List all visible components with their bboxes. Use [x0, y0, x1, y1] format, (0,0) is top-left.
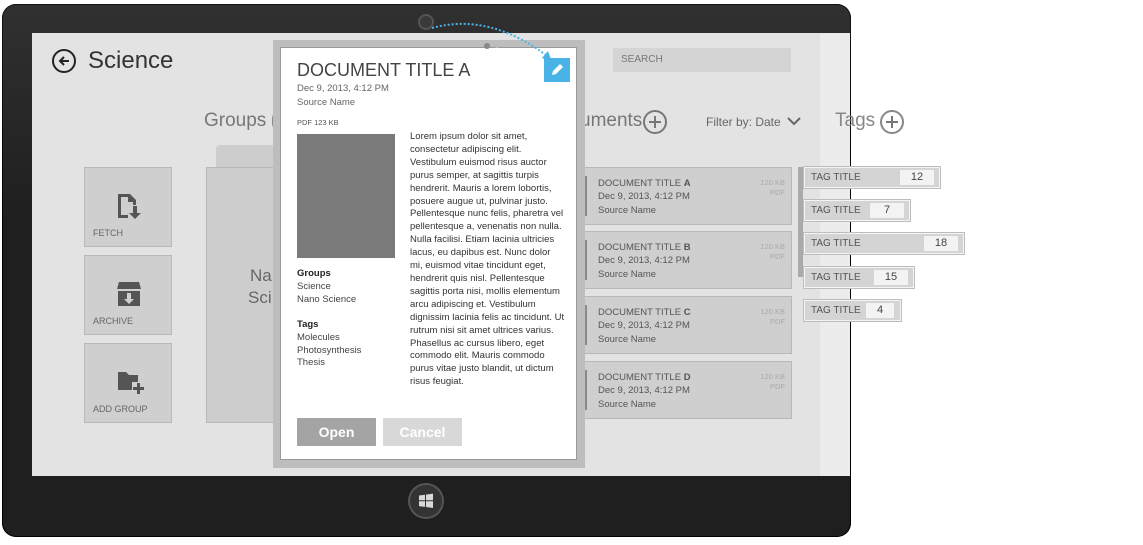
modal-group-item: Science [297, 281, 331, 292]
document-title-letter: D [683, 372, 691, 383]
document-date: Dec 9, 2013, 4:12 PM [598, 191, 690, 202]
document-detail-modal: DOCUMENT TITLE A Dec 9, 2013, 4:12 PM So… [280, 47, 577, 460]
tag-item[interactable]: TAG TITLE 12 [803, 166, 941, 189]
document-title-prefix: DOCUMENT TITLE [598, 178, 684, 189]
modal-tag-item: Molecules [297, 332, 340, 343]
document-title: DOCUMENT TITLE B [598, 242, 691, 253]
document-size: 120 KB [760, 178, 785, 187]
back-arrow-icon [58, 56, 69, 66]
document-card-d[interactable]: DOCUMENT TITLE D Dec 9, 2013, 4:12 PM So… [574, 361, 792, 419]
tag-label: TAG TITLE [811, 172, 861, 183]
tags-title: Tags [835, 110, 876, 131]
group-folder-label-line-2: Sci [248, 288, 272, 307]
tag-label: TAG TITLE [811, 272, 861, 283]
document-size: 120 KB [760, 372, 785, 381]
modal-file-meta: PDF 123 KB [297, 118, 339, 127]
document-title-letter: C [683, 307, 691, 318]
document-size: 120 KB [760, 242, 785, 251]
document-meta: 120 KB PDF [760, 242, 785, 262]
document-title-letter: B [683, 242, 691, 253]
groups-title: Groups [204, 110, 267, 131]
add-document-icon[interactable] [643, 110, 667, 134]
group-folder-label-line-1: Na [250, 266, 272, 285]
archive-label: ARCHIVE [93, 316, 134, 326]
tag-label: TAG TITLE [811, 205, 861, 216]
group-folder-tab [216, 145, 276, 169]
add-group-label: ADD GROUP [93, 404, 148, 414]
document-title: DOCUMENT TITLE C [598, 307, 691, 318]
back-button[interactable] [52, 49, 76, 73]
document-meta: 120 KB PDF [760, 178, 785, 198]
document-size: 120 KB [760, 307, 785, 316]
windows-button[interactable] [410, 485, 442, 517]
tag-label: TAG TITLE [811, 305, 861, 316]
modal-tag-item: Thesis [297, 357, 325, 368]
filter-label: Filter by: Date [706, 115, 781, 129]
cancel-button[interactable]: Cancel [383, 418, 462, 446]
group-folder-label: Na Sci [248, 265, 272, 309]
tag-item[interactable]: TAG TITLE 7 [803, 199, 911, 222]
add-group-tile[interactable]: ADD GROUP [84, 343, 172, 423]
modal-date: Dec 9, 2013, 4:12 PM [297, 83, 389, 94]
chevron-down-icon [787, 117, 801, 126]
document-thumbnail [297, 134, 395, 258]
document-type: PDF [770, 252, 785, 261]
modal-tags-list: Molecules Photosynthesis Thesis [297, 332, 361, 370]
windows-logo-icon [419, 493, 433, 508]
document-title-prefix: DOCUMENT TITLE [598, 307, 684, 318]
tag-count: 12 [900, 170, 934, 185]
archive-icon [117, 282, 141, 306]
tag-label: TAG TITLE [811, 238, 861, 249]
document-title-letter: A [683, 178, 691, 189]
open-button[interactable]: Open [297, 418, 376, 446]
document-meta: 120 KB PDF [760, 372, 785, 392]
modal-tag-item: Photosynthesis [297, 344, 362, 356]
document-date: Dec 9, 2013, 4:12 PM [598, 385, 690, 396]
document-type: PDF [770, 188, 785, 197]
fetch-label: FETCH [93, 228, 123, 238]
document-title-prefix: DOCUMENT TITLE [598, 242, 684, 253]
add-tag-icon[interactable] [880, 110, 904, 134]
document-source: Source Name [598, 334, 657, 345]
archive-tile[interactable]: ARCHIVE [84, 255, 172, 335]
document-card-a[interactable]: DOCUMENT TITLE A Dec 9, 2013, 4:12 PM So… [574, 167, 792, 225]
document-date: Dec 9, 2013, 4:12 PM [598, 255, 690, 266]
document-source: Source Name [598, 399, 657, 410]
annotation-arrow-icon [431, 22, 552, 62]
modal-source: Source Name [297, 97, 356, 108]
modal-body-text: Lorem ipsum dolor sit amet, consectetur … [410, 131, 565, 388]
document-source: Source Name [598, 205, 657, 216]
document-type: PDF [770, 382, 785, 391]
modal-groups-list: Science Nano Science [297, 281, 356, 306]
document-card-c[interactable]: DOCUMENT TITLE C Dec 9, 2013, 4:12 PM So… [574, 296, 792, 354]
add-folder-icon [118, 372, 144, 394]
tag-count: 18 [924, 236, 958, 251]
document-date: Dec 9, 2013, 4:12 PM [598, 320, 690, 331]
document-meta: 120 KB PDF [760, 307, 785, 327]
tag-count: 15 [874, 270, 908, 285]
documents-title: uments [580, 110, 643, 131]
document-title-prefix: DOCUMENT TITLE [598, 372, 684, 383]
search-input[interactable]: SEARCH [613, 48, 791, 72]
tag-item[interactable]: TAG TITLE 4 [803, 299, 902, 322]
tag-item[interactable]: TAG TITLE 18 [803, 232, 965, 255]
document-title: DOCUMENT TITLE D [598, 372, 691, 383]
fetch-tile[interactable]: FETCH [84, 167, 172, 247]
modal-tags-heading: Tags [297, 319, 319, 330]
modal-groups-heading: Groups [297, 268, 331, 279]
page-title: Science [88, 47, 174, 74]
document-title: DOCUMENT TITLE A [598, 178, 691, 189]
tag-count: 7 [870, 203, 904, 218]
fetch-icon [118, 194, 141, 219]
filter-dropdown[interactable]: Filter by: Date [706, 115, 801, 129]
tag-item[interactable]: TAG TITLE 15 [803, 266, 915, 289]
tag-count: 4 [866, 303, 894, 318]
document-source: Source Name [598, 269, 657, 280]
modal-group-item: Nano Science [297, 293, 357, 305]
document-type: PDF [770, 317, 785, 326]
document-card-b[interactable]: DOCUMENT TITLE B Dec 9, 2013, 4:12 PM So… [574, 231, 792, 289]
